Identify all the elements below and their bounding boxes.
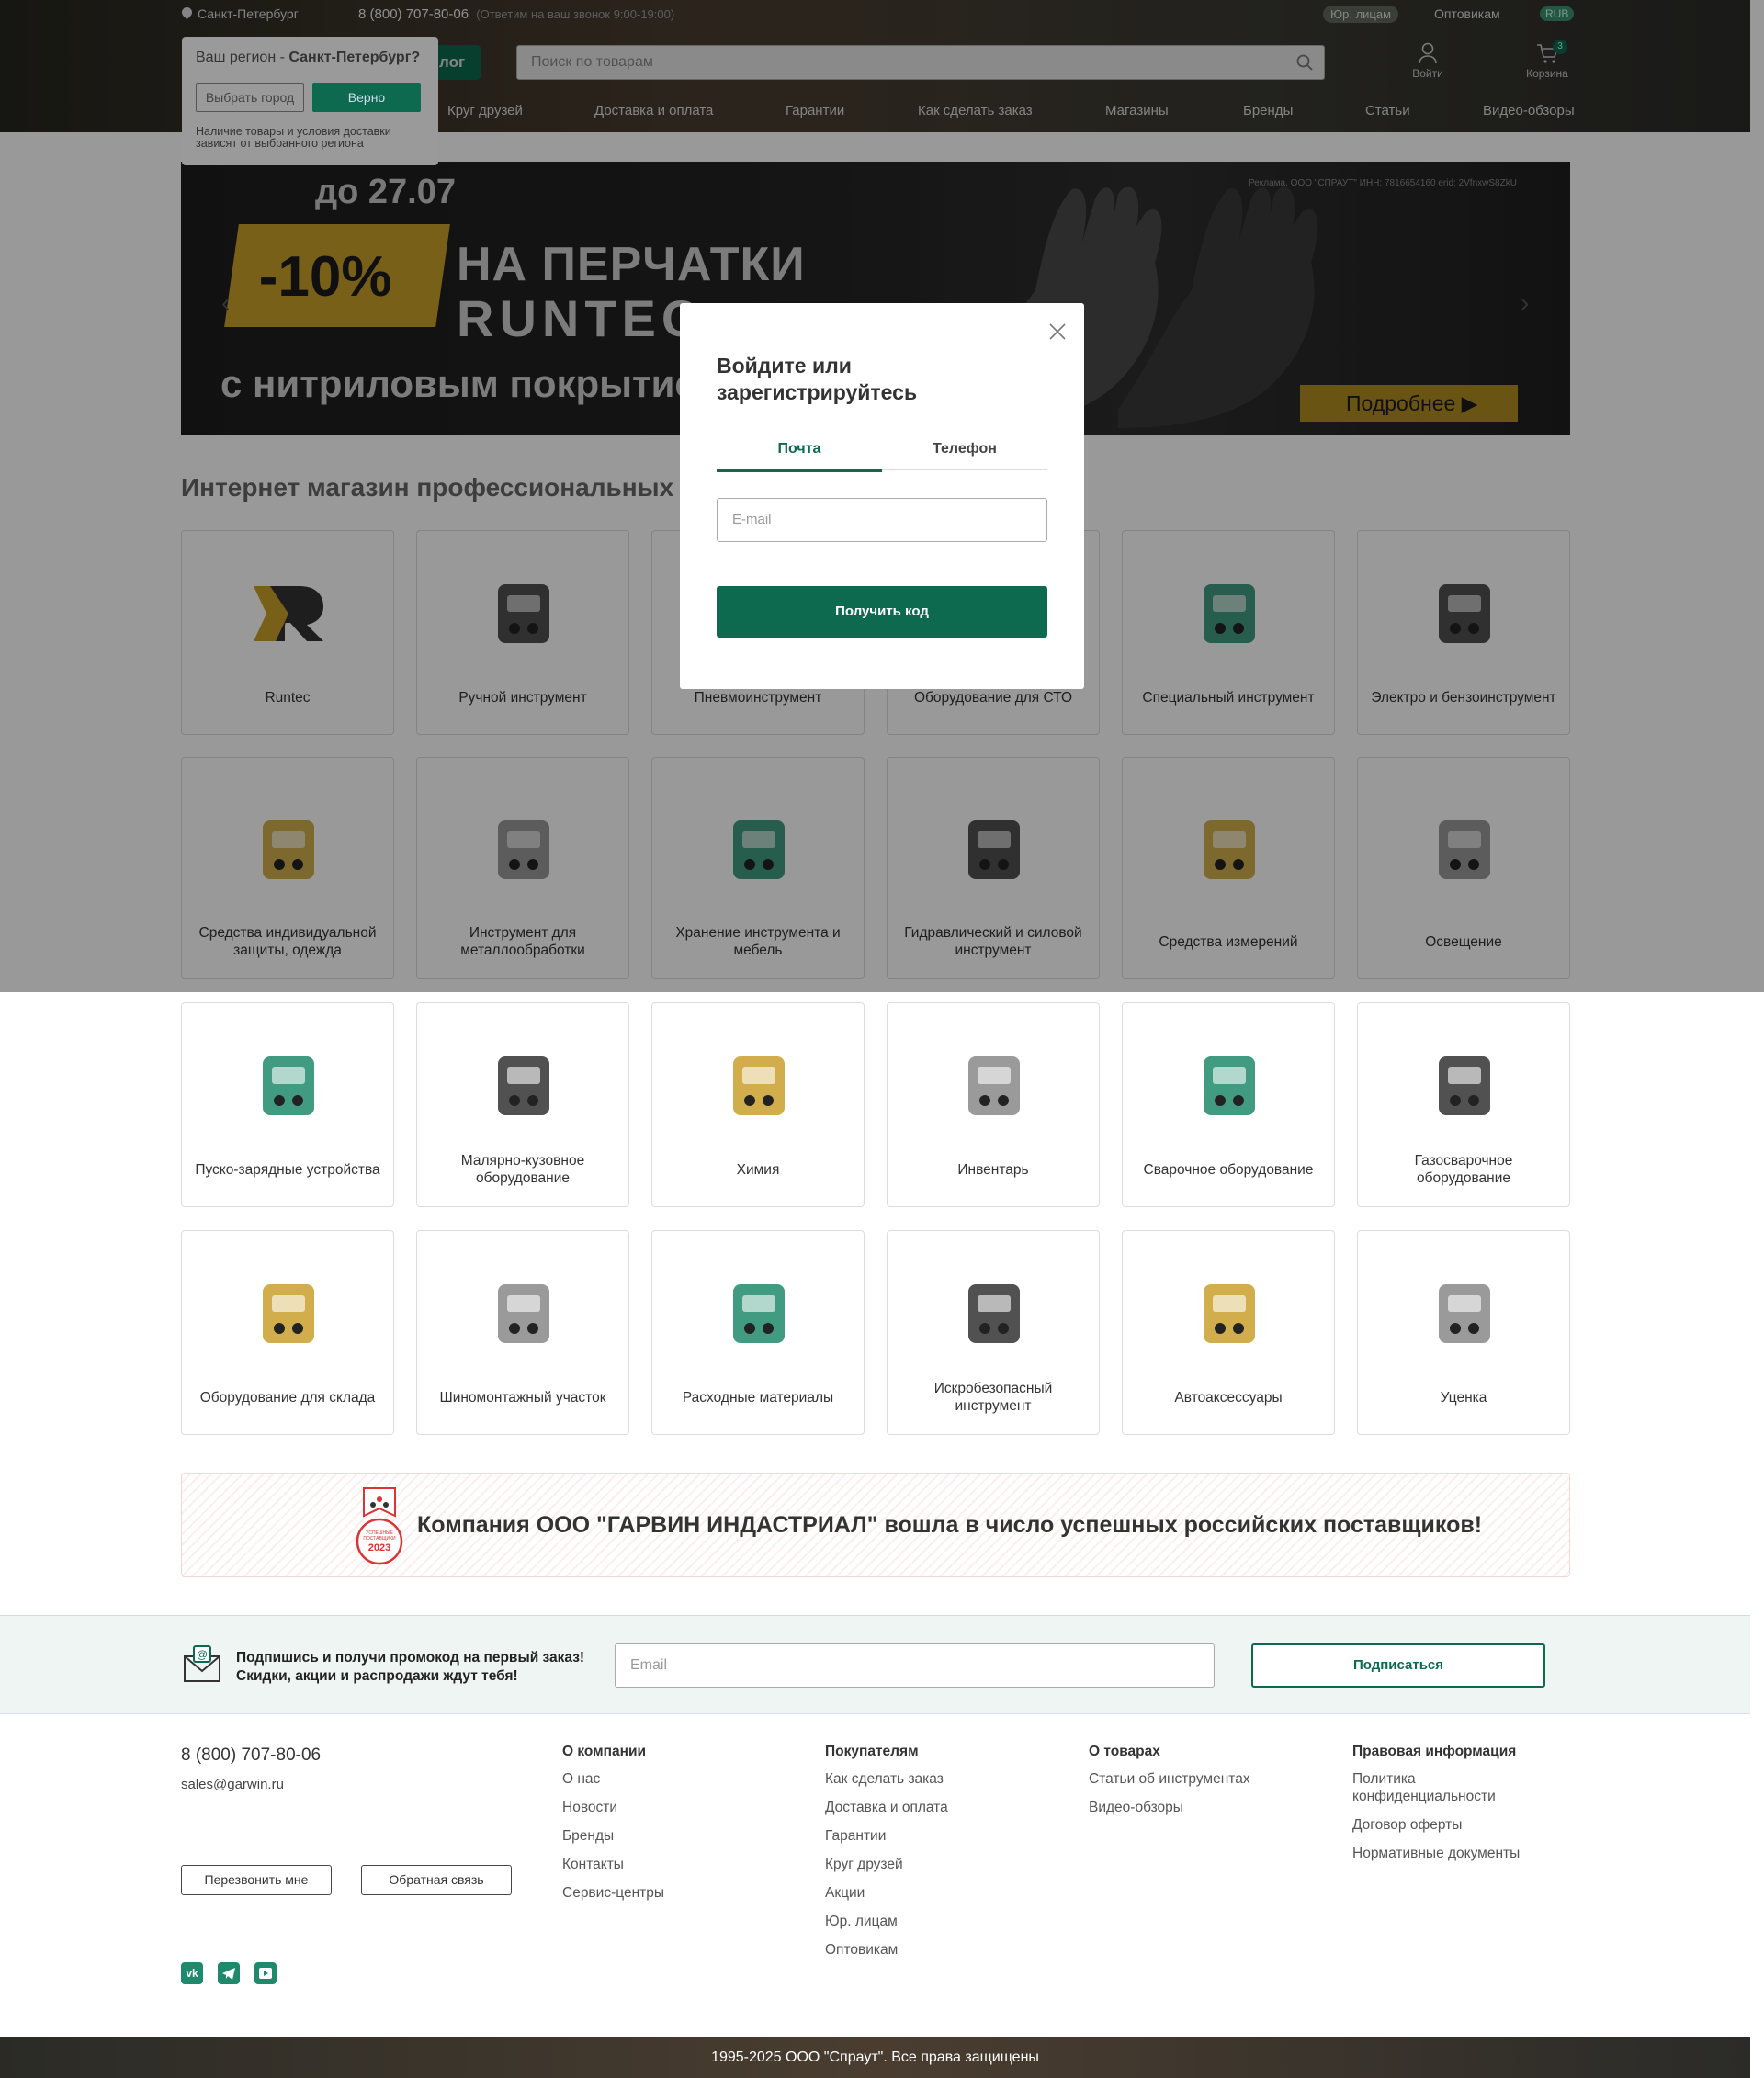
category-label: Оборудование для склада xyxy=(199,1389,376,1406)
footer-col-title: О товарах xyxy=(1089,1744,1160,1759)
category-label: Малярно-кузовное оборудование xyxy=(460,1153,585,1186)
successful-supplier-badge-icon: УСПЕШНЫЕ ПОСТАВЩИКИ 2023 xyxy=(356,1487,403,1565)
category-card[interactable]: Пуско-зарядные устройства xyxy=(181,1002,394,1207)
category-label: Искробезопасный инструмент xyxy=(933,1381,1053,1414)
svg-text:@: @ xyxy=(197,1648,208,1661)
region-question-text: Ваш регион - xyxy=(196,50,289,65)
badge-caption-2: ПОСТАВЩИКИ xyxy=(363,1536,396,1542)
subscribe-text: Подпишись и получи промокод на первый за… xyxy=(236,1649,584,1686)
footer-link[interactable]: Как сделать заказ xyxy=(825,1770,948,1788)
category-label: Химия xyxy=(736,1161,780,1178)
category-image xyxy=(948,1268,1040,1360)
footer-col-goods: О товарах Статьи об инструментах Видео-о… xyxy=(1089,1744,1250,1827)
email-envelope-icon: @ xyxy=(184,1645,220,1682)
badge-year: 2023 xyxy=(368,1542,390,1553)
footer-email[interactable]: sales@garwin.ru xyxy=(181,1777,284,1792)
footer-link[interactable]: Доставка и оплата xyxy=(825,1799,948,1816)
footer-link[interactable]: Политика конфиденциальности xyxy=(1352,1770,1536,1805)
footer-link[interactable]: Оптовикам xyxy=(825,1941,948,1959)
category-label: Газосварочное оборудование xyxy=(1414,1153,1513,1186)
footer-link[interactable]: Видео-обзоры xyxy=(1089,1799,1250,1816)
category-card[interactable]: Малярно-кузовное оборудование xyxy=(416,1002,629,1207)
footer-link[interactable]: Договор оферты xyxy=(1352,1816,1536,1834)
category-card[interactable]: Автоаксессуары xyxy=(1122,1230,1335,1435)
category-label: Шиномонтажный участок xyxy=(439,1389,606,1406)
footer-link[interactable]: Бренды xyxy=(562,1827,664,1845)
login-modal: Войдите или зарегистрируйтесь Почта Теле… xyxy=(680,303,1084,689)
choose-city-button[interactable]: Выбрать город xyxy=(196,83,304,112)
footer-link[interactable]: Круг друзей xyxy=(825,1856,948,1873)
category-card[interactable]: Шиномонтажный участок xyxy=(416,1230,629,1435)
category-label: Автоаксессуары xyxy=(1174,1389,1283,1406)
footer-link[interactable]: Новости xyxy=(562,1799,664,1816)
category-label: Сварочное оборудование xyxy=(1143,1161,1314,1178)
region-name: Санкт-Петербург? xyxy=(288,50,421,65)
copyright-bar: 1995-2025 ООО "Спраут". Все права защище… xyxy=(0,2037,1750,2078)
subscribe-section: @ Подпишись и получи промокод на первый … xyxy=(0,1615,1750,1714)
category-label: Уценка xyxy=(1440,1389,1487,1406)
category-image xyxy=(1183,1040,1275,1132)
category-image xyxy=(1419,1040,1510,1132)
footer-col-title: О компании xyxy=(562,1744,647,1759)
category-card[interactable]: Химия xyxy=(651,1002,865,1207)
category-image xyxy=(713,1268,805,1360)
callback-button[interactable]: Перезвонить мне xyxy=(181,1865,332,1895)
footer-link[interactable]: Юр. лицам xyxy=(825,1913,948,1930)
category-card[interactable]: Искробезопасный инструмент xyxy=(887,1230,1100,1435)
category-label: Инвентарь xyxy=(957,1161,1029,1178)
category-card[interactable]: Сварочное оборудование xyxy=(1122,1002,1335,1207)
footer-link[interactable]: Статьи об инструментах xyxy=(1089,1770,1250,1788)
vk-icon[interactable]: vk xyxy=(181,1962,203,1984)
close-icon[interactable] xyxy=(1049,323,1066,340)
category-image xyxy=(1419,1268,1510,1360)
category-card[interactable]: Инвентарь xyxy=(887,1002,1100,1207)
category-image xyxy=(478,1040,570,1132)
category-card[interactable]: Расходные материалы xyxy=(651,1230,865,1435)
category-card[interactable]: Уценка xyxy=(1357,1230,1570,1435)
subscribe-email-input[interactable]: Email xyxy=(615,1643,1215,1688)
tab-email[interactable]: Почта xyxy=(717,441,882,472)
category-image xyxy=(948,1040,1040,1132)
category-label: Пуско-зарядные устройства xyxy=(195,1161,380,1178)
category-label: Расходные материалы xyxy=(682,1389,834,1406)
subscribe-line2: Скидки, акции и распродажи ждут тебя! xyxy=(236,1668,518,1684)
telegram-icon[interactable] xyxy=(218,1962,240,1984)
category-image xyxy=(713,1040,805,1132)
feedback-button[interactable]: Обратная связь xyxy=(361,1865,512,1895)
footer-link[interactable]: Акции xyxy=(825,1884,948,1902)
footer-col-title: Правовая информация xyxy=(1352,1744,1517,1759)
footer-link[interactable]: Контакты xyxy=(562,1856,664,1873)
category-card[interactable]: Газосварочное оборудование xyxy=(1357,1002,1570,1207)
category-card[interactable]: Оборудование для склада xyxy=(181,1230,394,1435)
site-footer: 8 (800) 707-80-06 sales@garwin.ru Перезв… xyxy=(0,1714,1750,2038)
tab-phone[interactable]: Телефон xyxy=(882,441,1047,470)
confirm-city-button[interactable]: Верно xyxy=(312,83,421,112)
region-question: Ваш регион - Санкт-Петербург? xyxy=(196,50,424,66)
supplier-banner[interactable]: УСПЕШНЫЕ ПОСТАВЩИКИ 2023 Компания ООО "Г… xyxy=(181,1473,1570,1577)
category-image xyxy=(243,1040,334,1132)
modal-title: Войдите или зарегистрируйтесь xyxy=(717,354,918,404)
footer-col-legal: Правовая информация Политика конфиденциа… xyxy=(1352,1744,1536,1873)
footer-phone[interactable]: 8 (800) 707-80-06 xyxy=(181,1745,321,1766)
category-image xyxy=(243,1268,334,1360)
footer-link[interactable]: Нормативные документы xyxy=(1352,1845,1536,1862)
category-image xyxy=(1183,1268,1275,1360)
footer-link[interactable]: О нас xyxy=(562,1770,664,1788)
footer-link[interactable]: Гарантии xyxy=(825,1827,948,1845)
footer-col-buyers: Покупателям Как сделать заказ Доставка и… xyxy=(825,1744,948,1970)
footer-col-about: О компании О нас Новости Бренды Контакты… xyxy=(562,1744,664,1913)
get-code-button[interactable]: Получить код xyxy=(717,586,1047,638)
subscribe-button[interactable]: Подписаться xyxy=(1251,1643,1545,1688)
email-field[interactable]: E-mail xyxy=(717,498,1047,542)
youtube-icon[interactable] xyxy=(254,1962,277,1984)
region-note: Наличие товары и условия доставки завися… xyxy=(196,125,391,150)
footer-link[interactable]: Сервис-центры xyxy=(562,1884,664,1902)
region-popup: Ваш регион - Санкт-Петербург? Выбрать го… xyxy=(182,37,438,165)
category-image xyxy=(478,1268,570,1360)
supplier-text: Компания ООО "ГАРВИН ИНДАСТРИАЛ" вошла в… xyxy=(417,1512,1483,1538)
subscribe-line1: Подпишись и получи промокод на первый за… xyxy=(236,1650,585,1666)
footer-col-title: Покупателям xyxy=(825,1744,919,1759)
